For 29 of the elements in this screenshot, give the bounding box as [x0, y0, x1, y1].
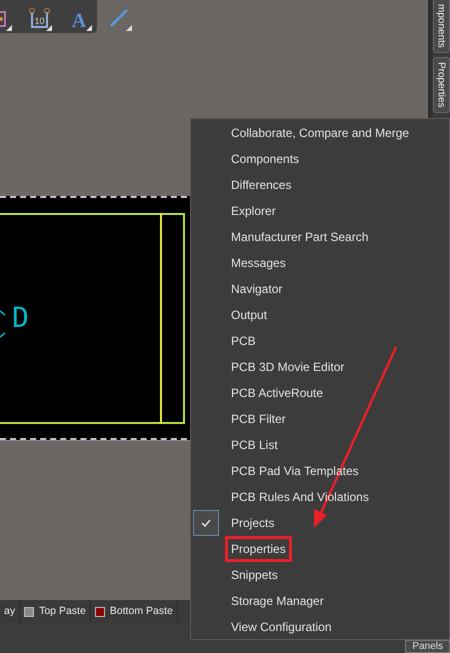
- panels-button[interactable]: Panels: [405, 640, 450, 653]
- check-icon: [201, 519, 211, 527]
- menu-item[interactable]: Components: [225, 146, 306, 172]
- menu-item[interactable]: Properties: [225, 536, 292, 562]
- menu-item[interactable]: Navigator: [225, 276, 288, 302]
- menu-item[interactable]: Differences: [225, 172, 298, 198]
- menu-item[interactable]: Snippets: [225, 562, 284, 588]
- menu-item[interactable]: PCB Filter: [225, 406, 292, 432]
- line-tool-icon[interactable]: [108, 6, 132, 30]
- silkscreen-mark: [0, 310, 6, 338]
- menu-item[interactable]: Projects: [225, 510, 280, 536]
- menu-item[interactable]: PCB List: [225, 432, 284, 458]
- menu-item[interactable]: PCB 3D Movie Editor: [225, 354, 350, 380]
- menu-item[interactable]: Explorer: [225, 198, 282, 224]
- layer-tab[interactable]: ay: [0, 600, 20, 623]
- silkscreen-text: D: [12, 304, 29, 332]
- menu-item[interactable]: Storage Manager: [225, 588, 330, 614]
- menu-item[interactable]: Manufacturer Part Search: [225, 224, 374, 250]
- layer-tab[interactable]: Top Paste: [20, 600, 91, 623]
- checkbox[interactable]: [193, 510, 219, 536]
- layer-tab[interactable]: Bottom Paste: [90, 600, 178, 623]
- side-panel-tab[interactable]: mponents: [432, 0, 450, 53]
- menu-item[interactable]: PCB: [225, 328, 262, 354]
- menu-item[interactable]: View Configuration: [225, 614, 338, 640]
- side-panel-tab[interactable]: Properties: [432, 56, 450, 112]
- menu-item[interactable]: PCB ActiveRoute: [225, 380, 330, 406]
- menu-item[interactable]: Output: [225, 302, 274, 328]
- menu-item[interactable]: Collaborate, Compare and Merge: [225, 120, 416, 146]
- menu-item[interactable]: Messages: [225, 250, 292, 276]
